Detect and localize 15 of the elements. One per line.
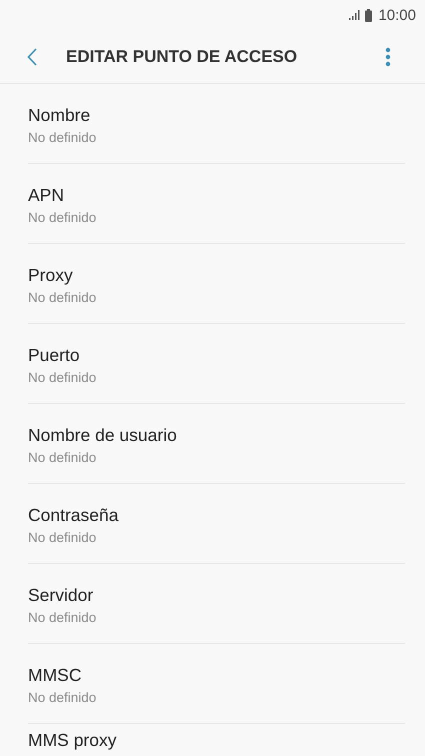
setting-item[interactable]: APN No definido: [28, 164, 405, 244]
setting-item[interactable]: Proxy No definido: [28, 244, 405, 324]
setting-item[interactable]: Nombre de usuario No definido: [28, 404, 405, 484]
setting-item[interactable]: MMSC No definido: [28, 644, 405, 724]
screen-title: EDITAR PUNTO DE ACCESO: [66, 46, 298, 66]
setting-item[interactable]: Nombre No definido: [28, 84, 405, 164]
setting-item[interactable]: Contraseña No definido: [28, 484, 405, 564]
back-icon[interactable]: [27, 48, 37, 66]
battery-icon: [365, 8, 372, 22]
signal-icon: [349, 10, 362, 20]
status-time: 10:00: [378, 6, 416, 24]
setting-item[interactable]: Puerto No definido: [28, 324, 405, 404]
more-options-icon[interactable]: [385, 46, 391, 66]
setting-item[interactable]: MMS proxy: [28, 724, 405, 751]
setting-item[interactable]: Servidor No definido: [28, 564, 405, 644]
